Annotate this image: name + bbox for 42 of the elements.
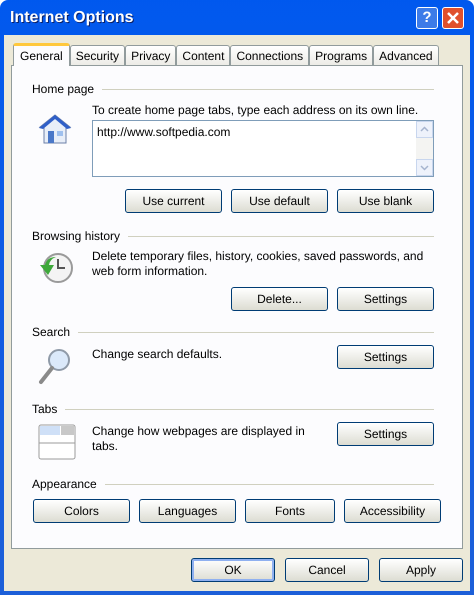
- tab[interactable]: Privacy: [125, 45, 176, 65]
- description: Change search defaults.: [92, 346, 224, 362]
- tab[interactable]: Programs: [309, 45, 374, 65]
- address-field[interactable]: http://www.softpedia.com: [92, 120, 434, 177]
- dialog-button[interactable]: Apply: [379, 558, 463, 582]
- section-heading: Appearance: [32, 476, 97, 493]
- section-heading: Search: [32, 324, 70, 341]
- tab[interactable]: Content: [176, 45, 230, 65]
- section-heading: Home page: [32, 81, 94, 98]
- dialog-button[interactable]: Use blank: [337, 189, 434, 213]
- dialog-button[interactable]: Languages: [139, 499, 236, 523]
- dialog-button[interactable]: Colors: [33, 499, 130, 523]
- dialog-button[interactable]: Fonts: [245, 499, 335, 523]
- house-icon: [38, 113, 72, 145]
- scroll-up-icon[interactable]: [416, 121, 433, 138]
- tab[interactable]: General: [13, 43, 70, 66]
- description: To create home page tabs, type each address on its own line.: [92, 102, 420, 117]
- dialog-button[interactable]: Use default: [231, 189, 328, 213]
- tab[interactable]: Security: [70, 45, 126, 65]
- dialog-button[interactable]: Accessibility: [344, 499, 441, 523]
- dialog-button[interactable]: Cancel: [285, 558, 369, 582]
- scrollbar[interactable]: [416, 121, 433, 176]
- tab[interactable]: Advanced: [373, 45, 439, 65]
- dialog-button[interactable]: Settings: [337, 287, 434, 311]
- dialog-button[interactable]: OK: [191, 558, 275, 582]
- close-button[interactable]: [442, 6, 464, 28]
- tab[interactable]: Connections: [230, 45, 310, 65]
- section-heading: Browsing history: [32, 228, 120, 245]
- dialog-button[interactable]: Use current: [125, 189, 222, 213]
- help-button[interactable]: ?: [416, 6, 438, 28]
- scroll-down-icon[interactable]: [416, 159, 433, 176]
- description: Change how webpages are displayed in tabs.: [92, 423, 306, 454]
- tabbed-window-icon: [38, 424, 76, 460]
- description: Delete temporary files, history, cookies, saved passwords, and web form information.: [92, 249, 424, 279]
- clock-icon: [38, 251, 74, 285]
- section-heading: Tabs: [32, 401, 58, 418]
- dialog-button[interactable]: Settings: [337, 345, 434, 369]
- close-icon: [447, 12, 459, 24]
- magnifier-icon: [38, 347, 72, 385]
- window-title: Internet Options: [10, 8, 134, 28]
- dialog-button[interactable]: Settings: [337, 422, 434, 446]
- dialog-button[interactable]: Delete...: [231, 287, 328, 311]
